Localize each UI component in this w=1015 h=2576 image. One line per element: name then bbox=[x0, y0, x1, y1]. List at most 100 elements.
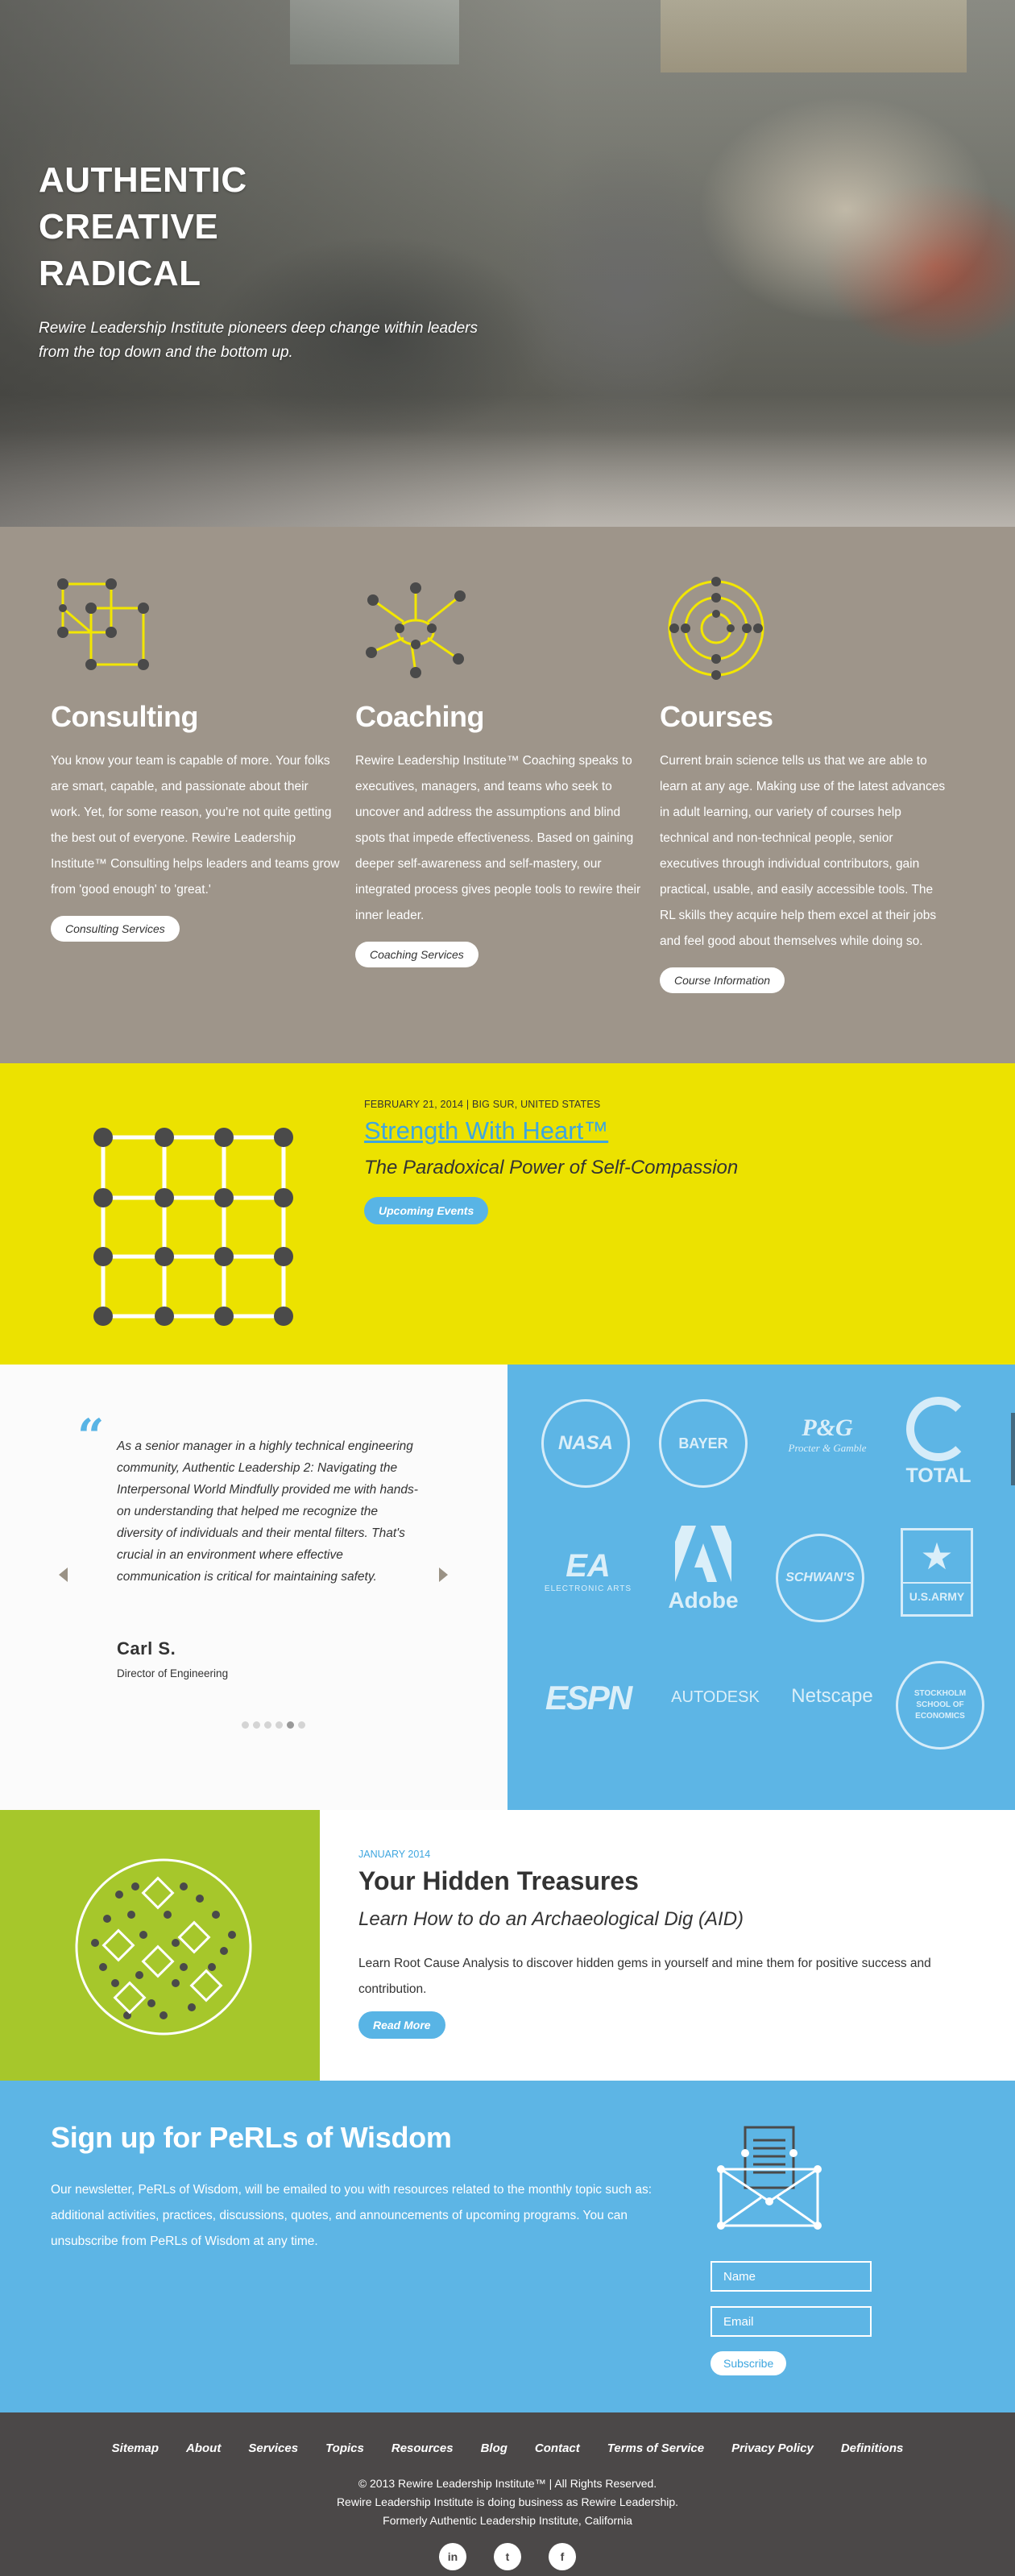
service-courses: Courses Current brain science tells us t… bbox=[660, 527, 964, 1063]
footer-link-topics[interactable]: Topics bbox=[325, 2441, 364, 2455]
upcoming-events-button[interactable]: Upcoming Events bbox=[364, 1197, 489, 1224]
footer-link-resources[interactable]: Resources bbox=[392, 2441, 454, 2455]
service-description: Rewire Leadership Institute™ Coaching sp… bbox=[355, 754, 641, 922]
quote-mark-icon: “ bbox=[77, 1409, 105, 1464]
slider-dot[interactable] bbox=[276, 1721, 283, 1729]
network-nodes-icon bbox=[366, 582, 466, 678]
scrollbar-thumb[interactable] bbox=[1011, 1413, 1015, 1485]
adobe-logo: Adobe bbox=[659, 1526, 748, 1613]
linkedin-icon[interactable]: in bbox=[439, 2543, 466, 2570]
testimonial-logos-section: “ As a senior manager in a highly techni… bbox=[0, 1365, 1015, 1810]
slider-dots bbox=[242, 1721, 305, 1729]
schwans-logo: SCHWAN'S bbox=[776, 1534, 864, 1622]
total-swirl-icon bbox=[906, 1397, 971, 1461]
prev-arrow-icon[interactable] bbox=[59, 1568, 68, 1582]
dig-dot bbox=[180, 1963, 188, 1971]
logo-text: TOTAL bbox=[905, 1464, 972, 1487]
service-title: Courses bbox=[660, 700, 773, 733]
dig-dot bbox=[115, 1891, 123, 1899]
bayer-logo: BAYER bbox=[659, 1399, 748, 1488]
hero-text: AUTHENTIC CREATIVE RADICAL Rewire Leader… bbox=[39, 157, 490, 365]
site-footer: Sitemap About Services Topics Resources … bbox=[0, 2412, 1015, 2576]
logo-text: P&G bbox=[802, 1414, 853, 1441]
slider-dot[interactable] bbox=[253, 1721, 260, 1729]
us-army-logo: ★ U.S.ARMY bbox=[901, 1528, 973, 1617]
logo-subtext: Procter & Gamble bbox=[788, 1442, 867, 1454]
event-date-location: FEBRUARY 21, 2014 | BIG SUR, UNITED STAT… bbox=[364, 1099, 601, 1110]
dig-dot bbox=[160, 2011, 168, 2019]
treasure-subtitle: Learn How to do an Archaeological Dig (A… bbox=[358, 1908, 744, 1930]
dig-dot bbox=[212, 1911, 220, 1919]
event-content: FEBRUARY 21, 2014 | BIG SUR, UNITED STAT… bbox=[364, 1099, 738, 1224]
email-field[interactable] bbox=[710, 2306, 872, 2337]
logo-text: ESPN bbox=[545, 1679, 632, 1717]
dot-grid-icon bbox=[93, 1128, 293, 1326]
footer-nav: Sitemap About Services Topics Resources … bbox=[0, 2412, 1015, 2455]
footer-link-sitemap[interactable]: Sitemap bbox=[112, 2441, 159, 2455]
event-title-link[interactable]: Strength With Heart™ bbox=[364, 1116, 738, 1145]
dig-dot bbox=[164, 1911, 172, 1919]
logo-text: AUTODESK bbox=[671, 1688, 760, 1706]
treasure-feature: JANUARY 2014 Your Hidden Treasures Learn… bbox=[0, 1810, 1015, 2081]
dig-dot bbox=[172, 1979, 180, 1987]
footer-link-terms[interactable]: Terms of Service bbox=[607, 2441, 704, 2455]
consulting-services-button[interactable]: Consulting Services bbox=[51, 916, 180, 942]
pg-logo: P&G Procter & Gamble bbox=[775, 1414, 880, 1455]
dig-dot bbox=[111, 1979, 119, 1987]
coaching-services-button[interactable]: Coaching Services bbox=[355, 942, 478, 967]
envelope-newsletter-icon bbox=[717, 2126, 822, 2230]
service-title: Consulting bbox=[51, 700, 198, 733]
slider-dot[interactable] bbox=[264, 1721, 271, 1729]
treasure-description: Learn Root Cause Analysis to discover hi… bbox=[358, 1957, 931, 1996]
logo-text: SCHWAN'S bbox=[785, 1571, 855, 1584]
event-feature: FEBRUARY 21, 2014 | BIG SUR, UNITED STAT… bbox=[0, 1063, 1015, 1365]
treasure-title: Your Hidden Treasures bbox=[358, 1866, 639, 1895]
dig-dot bbox=[228, 1931, 236, 1939]
service-description: Current brain science tells us that we a… bbox=[660, 754, 946, 948]
slider-dot[interactable] bbox=[298, 1721, 305, 1729]
services-section: Consulting You know your team is capable… bbox=[0, 527, 1015, 1063]
hero-banner: AUTHENTIC CREATIVE RADICAL Rewire Leader… bbox=[0, 0, 1015, 527]
dig-dot bbox=[139, 1931, 147, 1939]
name-field[interactable] bbox=[710, 2261, 872, 2292]
newsletter-title: Sign up for PeRLs of Wisdom bbox=[51, 2121, 452, 2154]
logo-text: STOCKHOLM SCHOOL OF ECONOMICS bbox=[914, 1689, 967, 1721]
espn-logo: ESPN bbox=[536, 1679, 640, 1717]
course-information-button[interactable]: Course Information bbox=[660, 967, 785, 993]
footer-link-contact[interactable]: Contact bbox=[535, 2441, 580, 2455]
slider-dot[interactable] bbox=[242, 1721, 249, 1729]
logo-subtext: ELECTRONIC ARTS bbox=[544, 1584, 632, 1593]
treasure-date: JANUARY 2014 bbox=[358, 1849, 431, 1860]
subscribe-button[interactable]: Subscribe bbox=[710, 2351, 787, 2375]
hero-title-line: CREATIVE bbox=[39, 207, 219, 246]
dig-dot bbox=[196, 1895, 204, 1903]
dig-dot bbox=[135, 1971, 143, 1979]
social-links: in t f bbox=[0, 2543, 1015, 2570]
dig-dot bbox=[147, 1999, 155, 2007]
footer-link-definitions[interactable]: Definitions bbox=[841, 2441, 904, 2455]
service-description: You know your team is capable of more. Y… bbox=[51, 754, 340, 897]
dba-text: Rewire Leadership Institute is doing bus… bbox=[336, 2495, 679, 2508]
next-arrow-icon[interactable] bbox=[439, 1568, 448, 1582]
footer-link-services[interactable]: Services bbox=[248, 2441, 298, 2455]
dig-dot bbox=[131, 1882, 139, 1891]
footer-link-privacy[interactable]: Privacy Policy bbox=[731, 2441, 814, 2455]
testimonial-slider: “ As a senior manager in a highly techni… bbox=[0, 1365, 508, 1810]
dig-dot bbox=[188, 2003, 196, 2011]
twitter-icon[interactable]: t bbox=[494, 2543, 521, 2570]
slider-dot[interactable] bbox=[287, 1721, 294, 1729]
logo-text: Netscape bbox=[791, 1685, 873, 1707]
read-more-button[interactable]: Read More bbox=[358, 2011, 445, 2039]
footer-link-blog[interactable]: Blog bbox=[481, 2441, 508, 2455]
dig-dot bbox=[220, 1947, 228, 1955]
ea-logo: EA ELECTRONIC ARTS bbox=[536, 1548, 640, 1593]
footer-link-about[interactable]: About bbox=[186, 2441, 221, 2455]
dig-dot bbox=[172, 1939, 180, 1947]
logo-text: Adobe bbox=[668, 1588, 739, 1613]
logo-text: EA bbox=[566, 1548, 611, 1584]
logo-text: U.S.ARMY bbox=[903, 1582, 971, 1603]
formerly-text: Formerly Authentic Leadership Institute,… bbox=[383, 2514, 632, 2527]
facebook-icon[interactable]: f bbox=[549, 2543, 576, 2570]
logo-text: BAYER bbox=[678, 1435, 728, 1452]
testimonial-author: Carl S. bbox=[117, 1638, 176, 1659]
